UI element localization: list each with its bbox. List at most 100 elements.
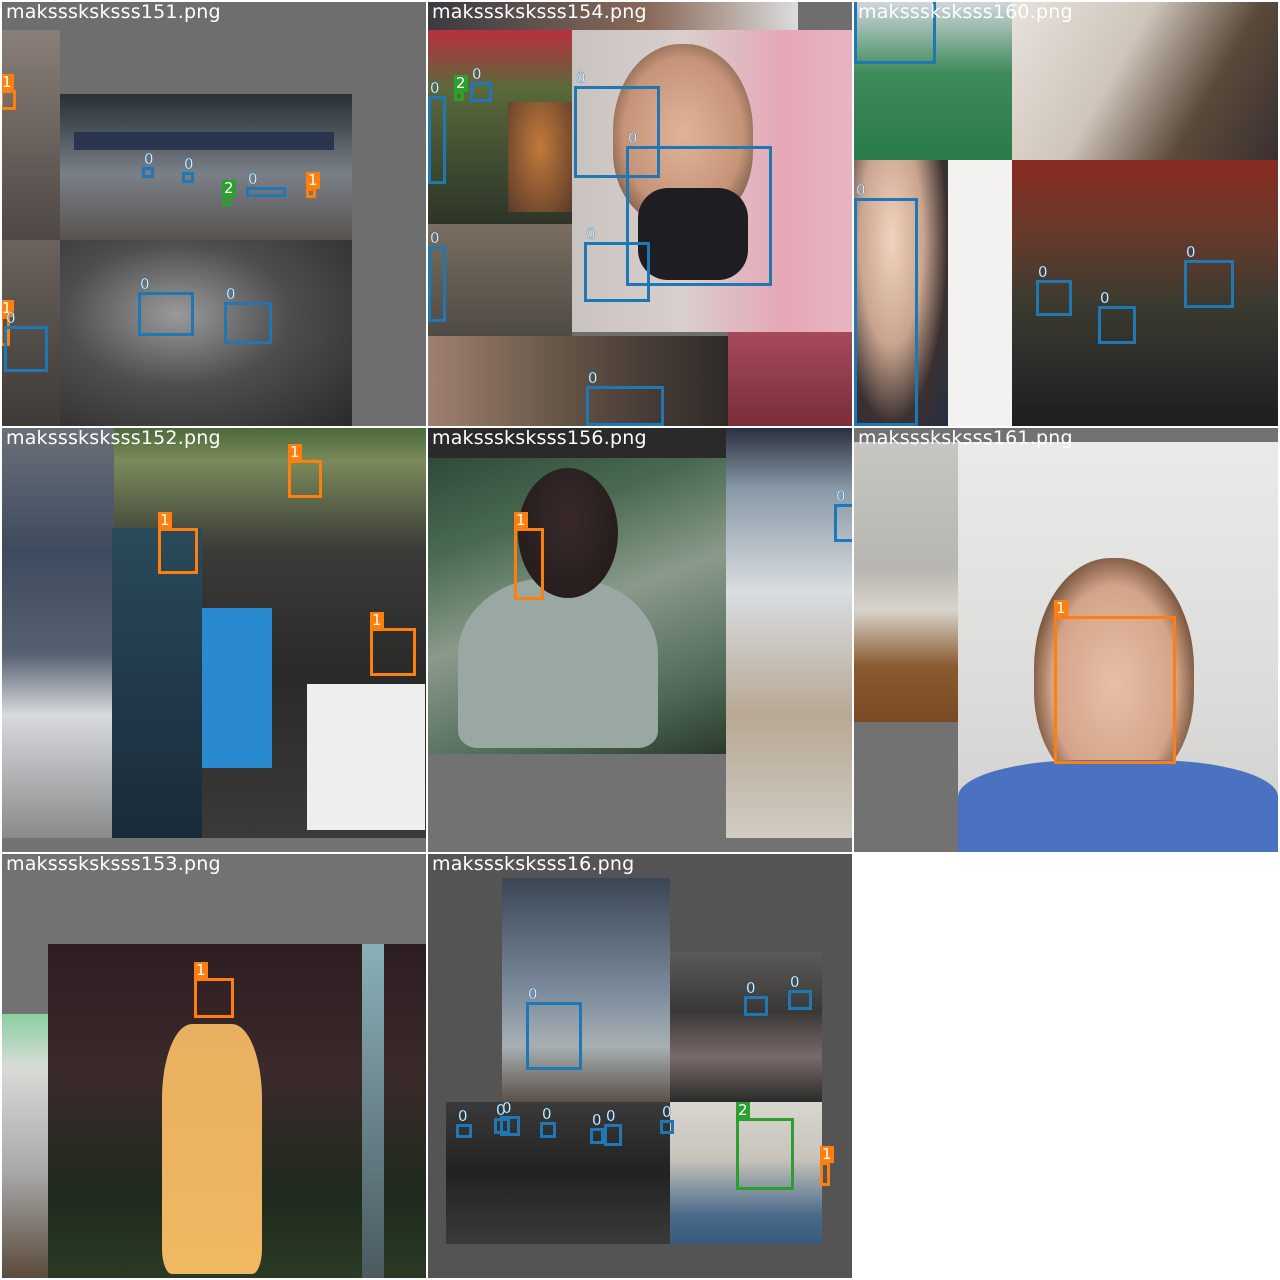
detection-box: 0 bbox=[854, 181, 918, 426]
class-label: 0 bbox=[662, 1103, 672, 1121]
photo-background bbox=[162, 1024, 262, 1274]
detection-box: 0 bbox=[138, 275, 194, 336]
mosaic-tile: maksssksksss152.png 1 1 1 bbox=[2, 428, 426, 852]
tile-filename: maksssksksss156.png bbox=[432, 428, 647, 449]
detection-box: 1 bbox=[2, 74, 16, 110]
detection-box: 2 bbox=[736, 1102, 794, 1190]
photo-background bbox=[428, 336, 728, 426]
class-label: 0 bbox=[248, 170, 258, 188]
class-label: 0 bbox=[592, 1111, 602, 1129]
photo-background bbox=[112, 528, 202, 838]
photo-background bbox=[2, 428, 114, 838]
class-label: 0 bbox=[144, 150, 154, 168]
class-label: 0 bbox=[1186, 243, 1196, 261]
detection-box: 2 bbox=[454, 75, 468, 101]
photo-background bbox=[508, 102, 572, 212]
detection-box: 0 bbox=[1098, 289, 1136, 344]
detection-box: 1 bbox=[514, 512, 544, 600]
class-label: 0 bbox=[140, 275, 150, 293]
class-label: 0 bbox=[6, 309, 16, 327]
detection-box: 0 bbox=[788, 973, 812, 1010]
tile-filename: maksssksksss16.png bbox=[432, 854, 635, 875]
class-label: 2 bbox=[454, 74, 468, 92]
detection-box: 0 bbox=[1184, 243, 1234, 308]
mosaic-tile: maksssksksss16.png 0 0 0 0 0 0 0 0 0 0 2… bbox=[428, 854, 852, 1278]
class-label: 0 bbox=[1100, 289, 1110, 307]
class-label: 0 bbox=[836, 487, 846, 505]
detection-box: 1 bbox=[820, 1146, 834, 1186]
photo-background bbox=[854, 442, 958, 722]
class-label: 0 bbox=[472, 65, 482, 83]
detection-box: 1 bbox=[1054, 600, 1176, 764]
tile-filename: maksssksksss154.png bbox=[432, 2, 647, 23]
photo-background bbox=[362, 944, 384, 1278]
detection-box: 0 bbox=[224, 285, 272, 344]
mosaic-tile: maksssksksss160.png 0 0 0 0 0 bbox=[854, 2, 1278, 426]
detection-box: 0 bbox=[4, 309, 48, 372]
detection-box: 0 bbox=[540, 1105, 556, 1138]
class-label: 1 bbox=[306, 171, 320, 189]
photo-background bbox=[307, 684, 425, 830]
photo-background bbox=[2, 838, 426, 852]
class-label: 1 bbox=[194, 961, 208, 979]
photo-background bbox=[458, 578, 658, 748]
class-label: 1 bbox=[820, 1145, 834, 1163]
class-label: 0 bbox=[528, 985, 538, 1003]
mosaic-tile: maksssksksss153.png 1 bbox=[2, 854, 426, 1278]
class-label: 0 bbox=[502, 1099, 512, 1117]
detection-box: 0 bbox=[470, 65, 492, 102]
class-label: 2 bbox=[222, 179, 236, 197]
detection-box: 1 bbox=[194, 962, 234, 1018]
class-label: 0 bbox=[430, 229, 440, 247]
class-label: 0 bbox=[458, 1107, 468, 1125]
detection-box: 0 bbox=[604, 1107, 622, 1146]
class-label: 1 bbox=[158, 511, 172, 529]
photo-background bbox=[74, 132, 334, 150]
photo-background bbox=[1012, 2, 1278, 160]
detection-box: 0 bbox=[590, 1111, 604, 1144]
tile-filename: maksssksksss152.png bbox=[6, 428, 221, 449]
detection-box: 0 bbox=[526, 985, 582, 1070]
detection-box: 1 bbox=[306, 172, 320, 198]
class-label: 0 bbox=[606, 1107, 616, 1125]
mosaic-tile: maksssksksss156.png 1 0 bbox=[428, 428, 852, 852]
detection-box: 1 bbox=[288, 444, 322, 498]
mosaic-tile: maksssksksss151.png 1 0 0 2 0 1 0 0 1 0 bbox=[2, 2, 426, 426]
photo-background bbox=[60, 240, 352, 426]
tile-filename: maksssksksss161.png bbox=[858, 428, 1073, 449]
photo-background bbox=[728, 332, 852, 426]
photo-background bbox=[446, 1102, 670, 1244]
detection-box: 0 bbox=[456, 1107, 472, 1138]
class-label: 1 bbox=[2, 73, 14, 91]
class-label: 1 bbox=[514, 511, 528, 529]
detection-box: 0 bbox=[584, 225, 650, 302]
class-label: 0 bbox=[576, 69, 586, 87]
photo-background bbox=[2, 1014, 48, 1278]
class-label: 0 bbox=[542, 1105, 552, 1123]
photo-background bbox=[428, 224, 572, 336]
detection-box: 0 bbox=[428, 79, 446, 184]
class-label: 0 bbox=[746, 979, 756, 997]
class-label: 0 bbox=[586, 225, 596, 243]
detection-box: 0 bbox=[744, 979, 768, 1016]
class-label: 0 bbox=[588, 369, 598, 387]
detection-box: 0 bbox=[182, 155, 194, 183]
class-label: 0 bbox=[1038, 263, 1048, 281]
tile-filename: maksssksksss153.png bbox=[6, 854, 221, 875]
class-label: 0 bbox=[430, 79, 440, 97]
photo-background bbox=[60, 94, 352, 240]
class-label: 1 bbox=[370, 611, 384, 629]
detection-box: 0 bbox=[500, 1099, 520, 1136]
class-label: 0 bbox=[790, 973, 800, 991]
detection-box: 0 bbox=[246, 170, 286, 197]
photo-background bbox=[958, 760, 1278, 852]
detection-box: 0 bbox=[428, 229, 446, 322]
mosaic-tile: maksssksksss154.png 2 0 0 0 0 0 0 0 bbox=[428, 2, 852, 426]
detection-box: 0 bbox=[586, 369, 664, 426]
class-label: 2 bbox=[736, 1101, 750, 1119]
detection-box: 1 bbox=[370, 612, 416, 676]
tile-filename: maksssksksss160.png bbox=[858, 2, 1073, 23]
tile-filename: maksssksksss151.png bbox=[6, 2, 221, 23]
class-label: 0 bbox=[856, 181, 866, 199]
mosaic-tile: maksssksksss161.png 1 bbox=[854, 428, 1278, 852]
